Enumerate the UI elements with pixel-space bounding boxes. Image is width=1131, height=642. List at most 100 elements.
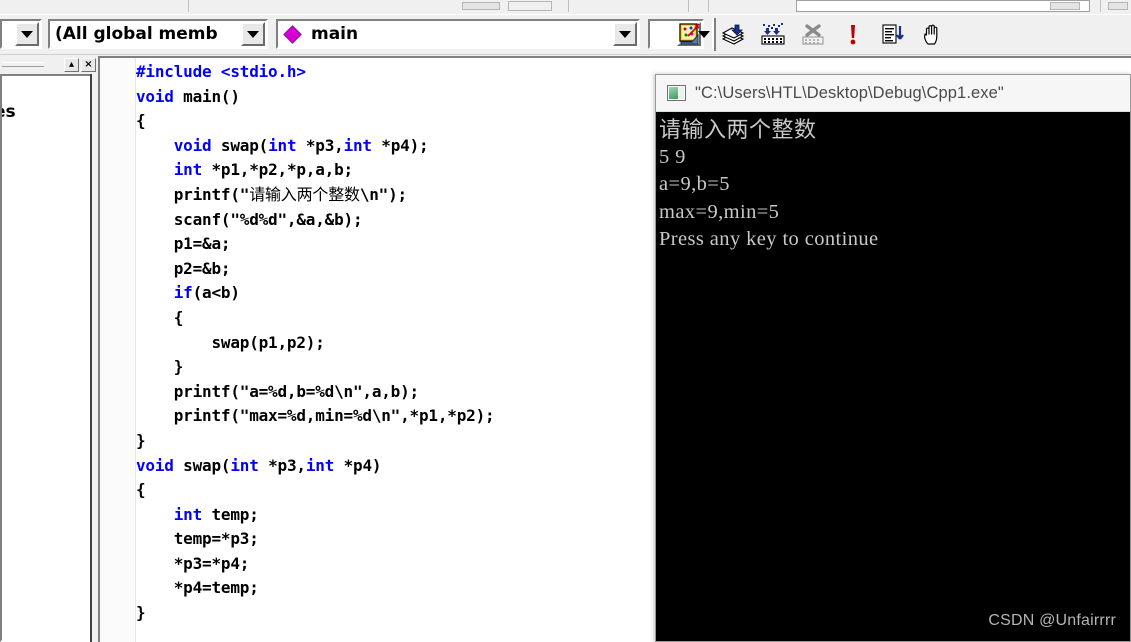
insert-remove-breakpoint-icon[interactable] [918, 20, 948, 50]
code-token: temp=*p3; [136, 529, 259, 549]
console-line: 5 9 [659, 146, 686, 169]
console-window[interactable]: "C:\Users\HTL\Desktop\Debug\Cpp1.exe" 请输… [655, 74, 1131, 642]
toolbar-separator [188, 0, 189, 12]
execute-program-icon[interactable] [838, 20, 868, 50]
code-token: scanf("%d%d",&a,&b); [136, 209, 363, 229]
workspace-panel-titlebar: ▴ × [0, 56, 98, 73]
code-token: p1=&a; [136, 234, 231, 254]
console-output: 请输入两个整数 5 9 a=9,b=5 max=9,min=5 Press any ke… [656, 112, 1130, 641]
function-combo[interactable]: main [276, 19, 640, 49]
code-token: #include <stdio.h> [136, 62, 306, 81]
members-combo[interactable]: (All global members [48, 19, 268, 49]
toolbar-separator [568, 0, 569, 12]
code-token: int [230, 455, 259, 475]
chevron-down-icon [21, 30, 33, 38]
toolbar-ghost-combo[interactable] [796, 0, 1090, 12]
compile-icon[interactable] [718, 20, 748, 50]
go-glyph [882, 24, 904, 44]
console-line: max=9,min=5 [659, 200, 780, 223]
class-combo-dropdown-button[interactable] [15, 22, 39, 46]
code-token: { [136, 111, 146, 131]
toolbar-ghost-button[interactable] [462, 2, 500, 10]
console-title-text: "C:\Users\HTL\Desktop\Debug\Cpp1.exe" [695, 83, 1004, 102]
editor-selection-margin[interactable] [100, 58, 136, 642]
console-line: a=9,b=5 [659, 173, 730, 196]
code-token: int [268, 135, 297, 155]
chevron-down-icon [619, 30, 631, 38]
workspace-panel-body[interactable]: es [0, 74, 90, 642]
toolbar-ghost-button[interactable] [508, 1, 552, 11]
exclamation-glyph [850, 25, 856, 45]
code-token: printf("max=%d,min=%d\n",*p1,*p2); [136, 406, 495, 426]
build-icon[interactable] [758, 20, 788, 50]
stop-build-icon [798, 20, 828, 50]
code-token: *p3, [258, 455, 306, 475]
code-token: void [173, 135, 212, 155]
code-token: swap( [211, 135, 269, 155]
console-app-icon [667, 85, 686, 101]
code-token: int [305, 455, 335, 475]
members-combo-value: (All global members [55, 24, 218, 44]
compile-glyph [721, 24, 745, 45]
code-token: void [136, 455, 174, 475]
code-token: if [173, 283, 193, 303]
code-token: temp; [202, 504, 259, 524]
members-combo-dropdown-button[interactable] [241, 22, 265, 46]
code-token: swap(p1,p2); [136, 332, 325, 352]
code-token: (a<b) [192, 283, 240, 303]
toolbar-separator [708, 0, 709, 12]
code-token: *p4) [334, 455, 382, 475]
toolbar-ghost-button[interactable] [1050, 2, 1080, 10]
code-token: 请输入两个整数 [249, 184, 360, 204]
code-token: *p3=*p4; [136, 553, 250, 573]
code-token: printf("a=%d,b=%d\n",a,b); [136, 381, 419, 401]
toolbar-separator [688, 0, 689, 12]
build-glyph [761, 23, 785, 45]
function-combo-value: main [311, 24, 359, 44]
code-token: } [136, 357, 184, 377]
member-diamond-icon [283, 24, 302, 44]
code-token: int [173, 160, 203, 180]
top-toolbar-strip-cutoff [0, 0, 1131, 15]
stop-build-glyph [802, 24, 824, 45]
vc6-ide-window: (All global members main [0, 0, 1131, 642]
toolbar-separator [1100, 0, 1101, 12]
console-titlebar[interactable]: "C:\Users\HTL\Desktop\Debug\Cpp1.exe" [656, 75, 1130, 112]
wizard-bar-toolbar: (All global members main [0, 15, 1131, 55]
code-token: \n"); [359, 184, 407, 204]
chevron-down-icon [698, 30, 710, 38]
toolbar-separator [712, 18, 716, 51]
console-line: Press any key to continue [659, 227, 879, 250]
code-token: *p4); [371, 135, 429, 155]
panel-close-button[interactable]: × [81, 57, 96, 72]
code-token: { [136, 480, 146, 500]
hand-glyph [924, 24, 938, 45]
csdn-watermark: CSDN @Unfairrrr [988, 612, 1116, 629]
panel-splitter[interactable] [90, 74, 98, 642]
console-line: 请输入两个整数 [659, 118, 817, 143]
class-combo[interactable] [0, 19, 42, 49]
code-token: } [136, 603, 146, 623]
workspace-panel: ▴ × es [0, 56, 98, 642]
function-combo-dropdown-button[interactable] [613, 22, 637, 46]
code-token: int [173, 504, 203, 524]
panel-minimize-button[interactable]: ▴ [64, 57, 79, 72]
code-token: { [136, 307, 184, 327]
toolbar-ghost-button[interactable] [1108, 2, 1128, 10]
code-token: void [136, 86, 174, 106]
code-token: int [343, 135, 373, 155]
chevron-down-icon [247, 30, 259, 38]
go-icon[interactable] [878, 20, 908, 50]
build-toolbar [718, 18, 948, 52]
code-token: } [136, 430, 146, 450]
code-token: swap( [173, 455, 231, 475]
workspace-tab-label[interactable]: es [2, 102, 16, 122]
code-token: *p3, [296, 135, 344, 155]
code-token: *p1,*p2,*p,a,b; [202, 160, 353, 180]
code-token: p2=&b; [136, 258, 231, 278]
code-token: main() [173, 86, 240, 106]
